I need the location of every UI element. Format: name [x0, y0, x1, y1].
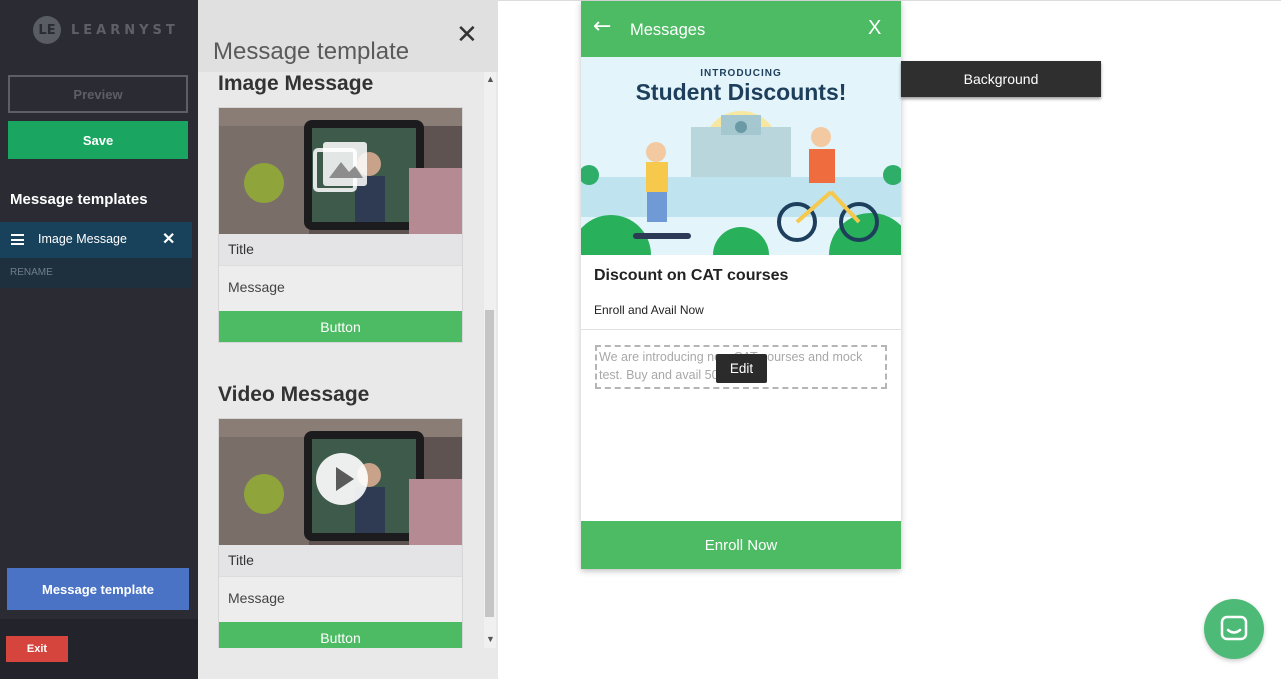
message-subtitle[interactable]: Enroll and Avail Now [594, 303, 704, 317]
banner-headline: Student Discounts! [635, 79, 847, 105]
sidebar-item-image-message[interactable]: Image Message ✕ [0, 222, 192, 258]
message-title[interactable]: Discount on CAT courses [594, 267, 788, 285]
brand-mark: LE [33, 16, 61, 44]
card-title-field: Title [219, 234, 462, 265]
phone-header-title: Messages [630, 21, 706, 39]
exit-button[interactable]: Exit [6, 636, 68, 662]
card-title-field: Title [219, 545, 462, 576]
template-panel: Message template ✕ Image Message Title M… [198, 0, 498, 679]
panel-header: Message template ✕ [198, 0, 498, 72]
scrollbar-thumb[interactable] [485, 310, 494, 617]
image-message-heading: Image Message [218, 72, 374, 95]
image-message-thumbnail [219, 108, 462, 234]
background-tooltip[interactable]: Background [901, 61, 1101, 97]
play-icon [316, 453, 368, 505]
panel-title: Message template [213, 38, 410, 65]
video-message-thumbnail [219, 419, 462, 545]
divider [581, 329, 901, 330]
card-button: Button [219, 311, 462, 342]
banner-kicker: INTRODUCING [700, 68, 782, 79]
phone-preview: ← Messages X INTRODUCING Student Discoun… [581, 1, 901, 569]
banner-image[interactable]: INTRODUCING Student Discounts! [581, 57, 901, 255]
video-message-heading: Video Message [218, 383, 370, 406]
card-message-field: Message [219, 576, 462, 622]
message-template-button[interactable]: Message template [7, 568, 189, 610]
remove-item-close-icon[interactable]: ✕ [162, 229, 175, 249]
chat-launcher-button[interactable] [1204, 599, 1264, 659]
back-arrow-icon[interactable]: ← [593, 14, 611, 39]
card-message-field: Message [219, 265, 462, 311]
panel-scroll-area[interactable]: Image Message Title Message Button Video… [198, 72, 484, 648]
edit-tooltip[interactable]: Edit [716, 354, 767, 383]
save-button[interactable]: Save [8, 121, 188, 159]
brand-logo: LE LEARNYST [33, 16, 179, 44]
scroll-up-arrow-icon[interactable]: ▲ [486, 74, 495, 84]
image-icon [313, 142, 367, 192]
scroll-down-arrow-icon[interactable]: ▼ [486, 634, 495, 644]
phone-header: ← Messages X [581, 1, 901, 57]
chat-icon [1220, 615, 1248, 641]
app-root: LE LEARNYST Preview Save Message templat… [0, 0, 1281, 679]
phone-close-button[interactable]: X [868, 17, 881, 40]
card-button: Button [219, 622, 462, 648]
image-message-template-card[interactable]: Title Message Button [218, 107, 463, 343]
enroll-now-button[interactable]: Enroll Now [581, 521, 901, 569]
rename-row[interactable]: RENAME [0, 258, 192, 288]
video-message-template-card[interactable]: Title Message Button [218, 418, 463, 648]
sidebar-item-label: Image Message [38, 232, 127, 246]
brand-name: LEARNYST [71, 22, 179, 38]
left-sidebar: LE LEARNYST Preview Save Message templat… [0, 0, 198, 679]
drag-handle-icon[interactable] [11, 234, 24, 245]
sidebar-heading: Message templates [10, 191, 148, 208]
rename-label: RENAME [10, 267, 53, 278]
panel-close-icon[interactable]: ✕ [456, 20, 478, 50]
preview-button[interactable]: Preview [8, 75, 188, 113]
